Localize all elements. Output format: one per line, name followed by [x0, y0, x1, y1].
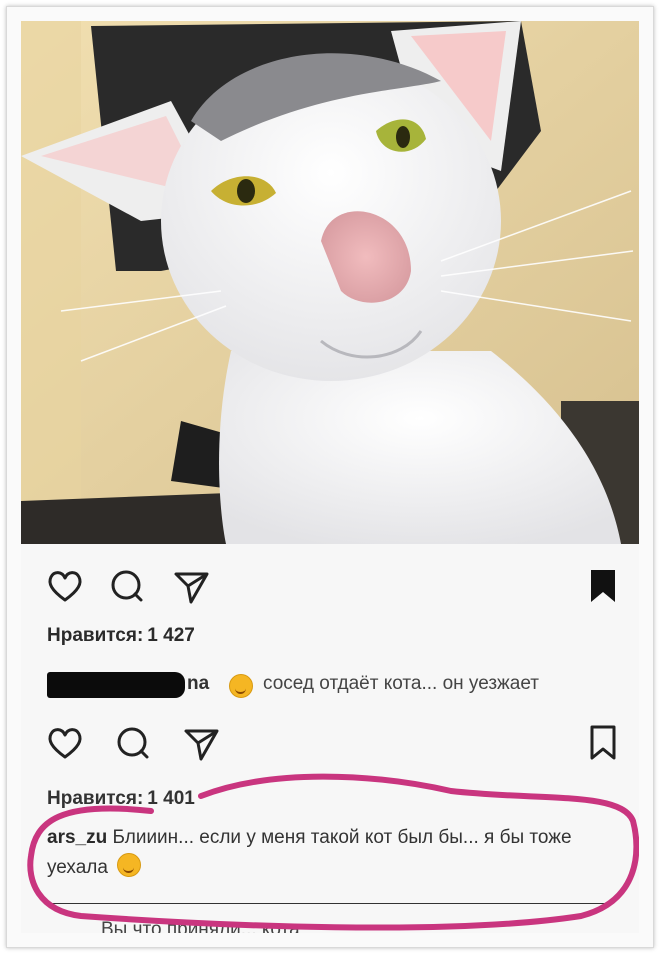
- screenshot-frame: Нравится: 1 427 na сосед отдаёт кота... о…: [6, 6, 654, 948]
- likes-value: 1 401: [147, 788, 195, 809]
- likes-count[interactable]: Нравится: 1 427: [47, 625, 195, 647]
- bookmark-icon[interactable]: [583, 566, 623, 606]
- smile-emoji-icon: [229, 674, 253, 698]
- repost-action-bar: [21, 723, 639, 767]
- likes-label: Нравится:: [47, 625, 144, 646]
- likes-value: 1 427: [147, 625, 195, 646]
- comment-username[interactable]: ars_zu: [47, 827, 107, 848]
- post-card: Нравится: 1 427 na сосед отдаёт кота... о…: [21, 21, 639, 933]
- cat-photo-illustration: [21, 21, 639, 544]
- likes-label: Нравится:: [47, 788, 144, 809]
- share-icon[interactable]: [181, 723, 221, 763]
- comment-row: na сосед отдаёт кота... он уезжает: [47, 670, 627, 700]
- next-comment-fragment: Вы что приняли... кота: [101, 919, 300, 933]
- comment-username-fragment[interactable]: na: [187, 673, 209, 695]
- redacted-username: [47, 672, 185, 698]
- post-action-bar: [21, 566, 639, 610]
- share-icon[interactable]: [171, 566, 211, 606]
- heart-icon[interactable]: [45, 566, 85, 606]
- comment-text: сосед отдаёт кота... он уезжает: [263, 673, 539, 694]
- heart-icon[interactable]: [45, 723, 85, 763]
- bookmark-icon[interactable]: [583, 723, 623, 763]
- post-photo[interactable]: [21, 21, 639, 544]
- repost-likes-count[interactable]: Нравится: 1 401: [47, 788, 195, 810]
- highlighted-comment: ars_zu Блииин... если у меня такой кот б…: [47, 823, 617, 883]
- divider: [47, 903, 607, 904]
- comment-icon[interactable]: [107, 566, 147, 606]
- laughing-emoji-icon: [117, 853, 142, 877]
- comment-icon[interactable]: [113, 723, 153, 763]
